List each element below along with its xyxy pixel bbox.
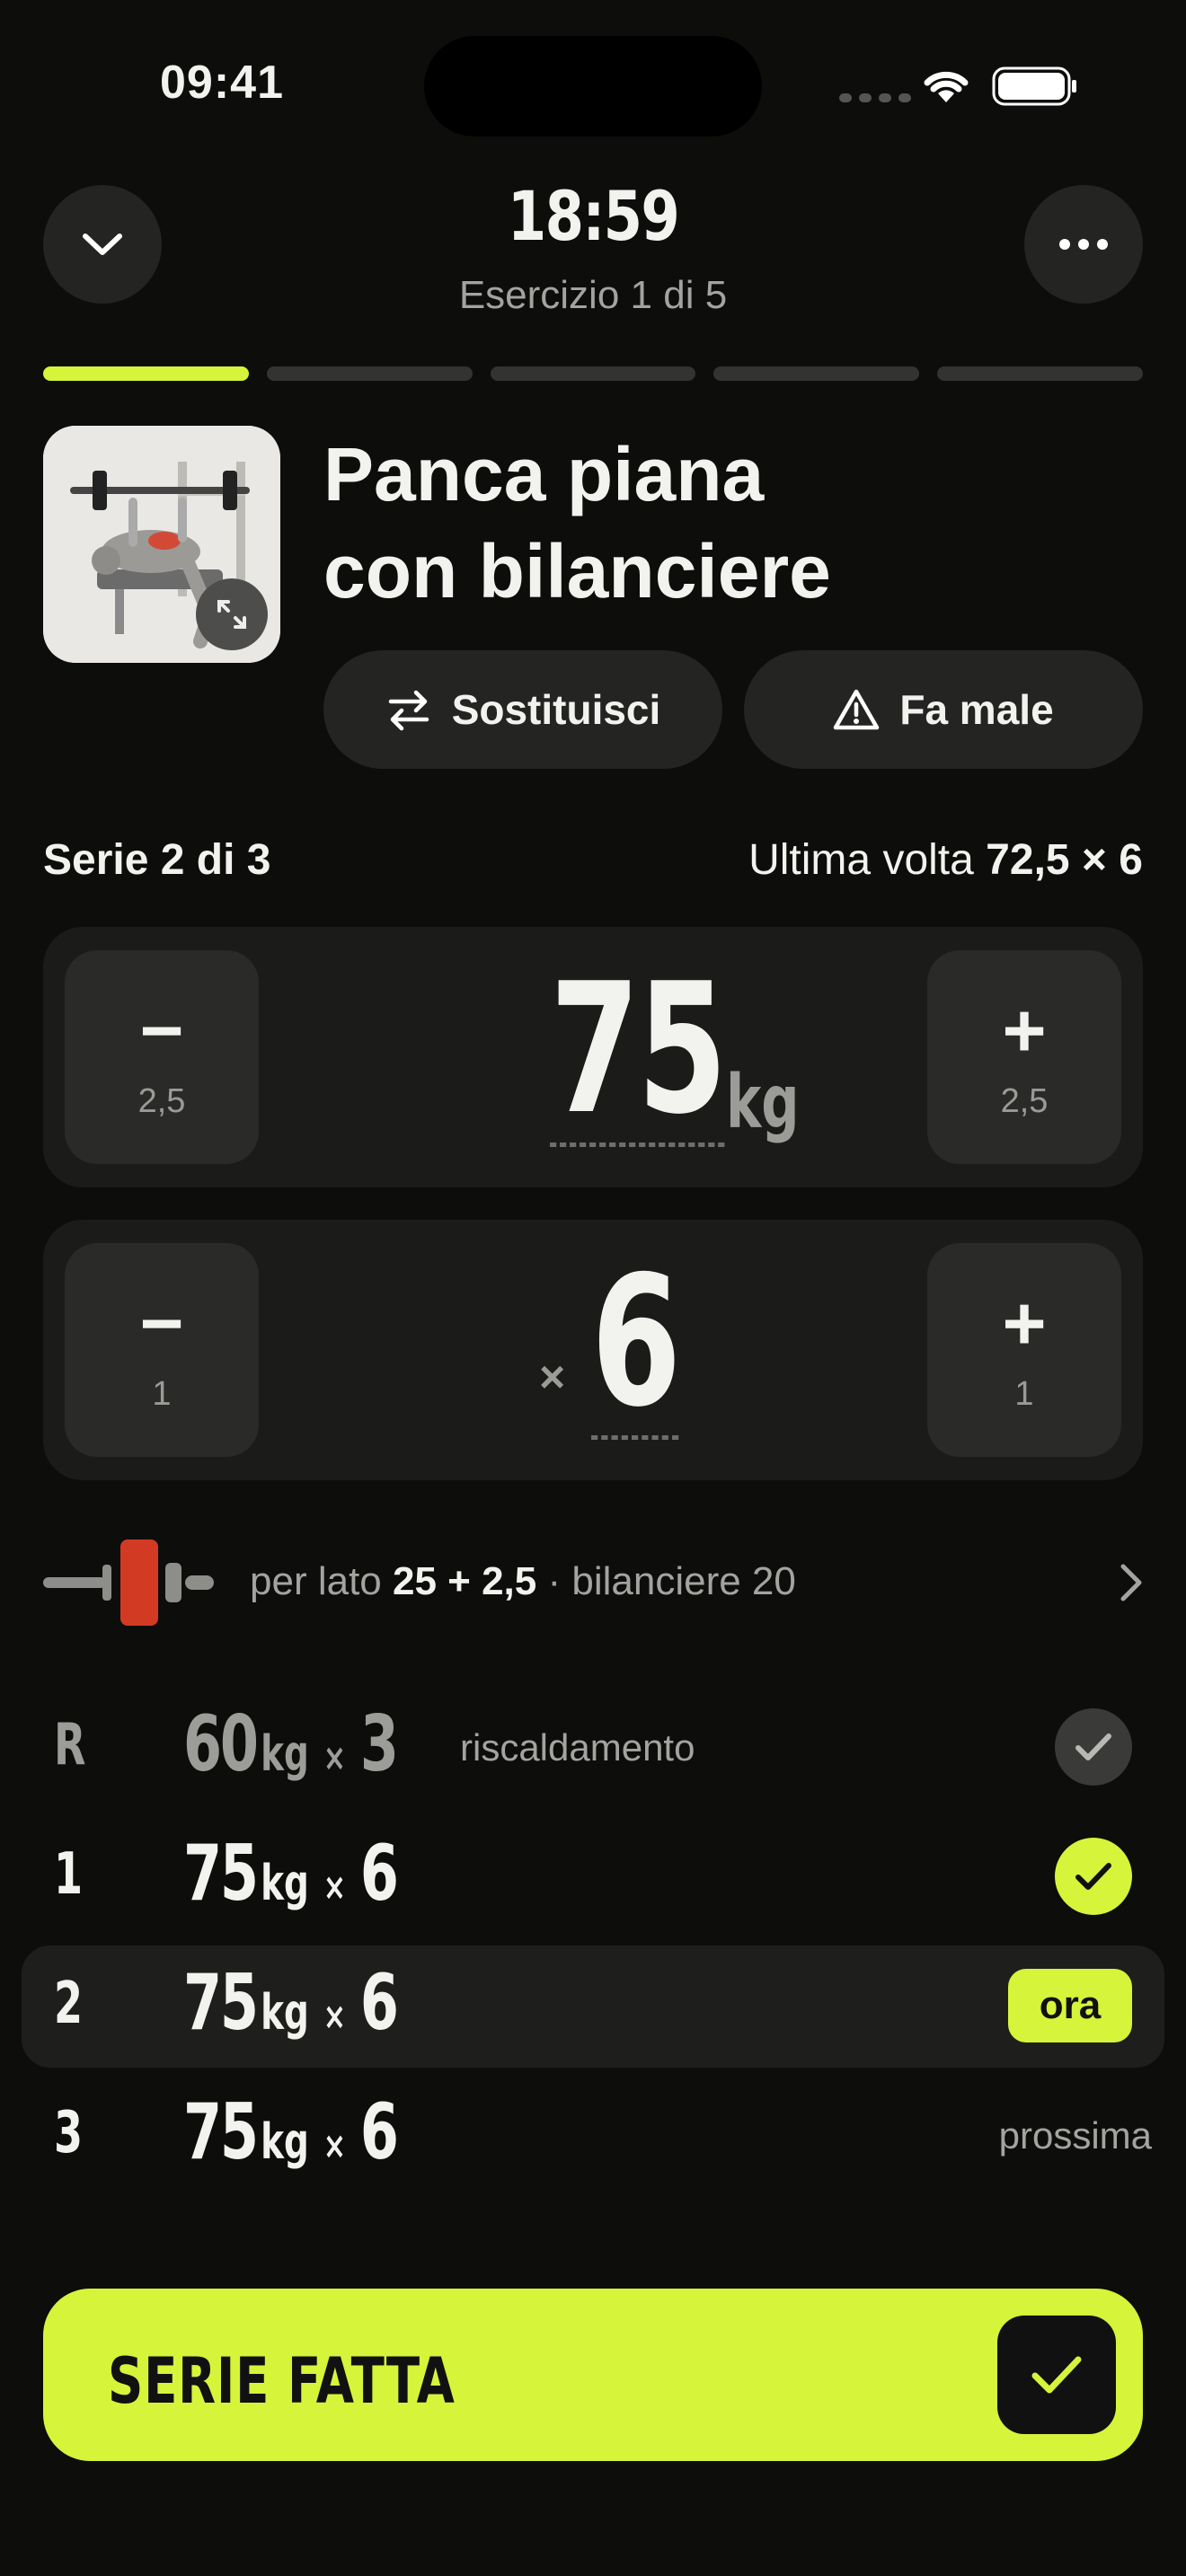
set-index: 2 [54, 1971, 84, 2037]
set-weight-reps: 75kg × 6 [183, 1829, 399, 1919]
plate-calculator-row[interactable]: per lato 25 + 2,5 · bilanciere 20 [22, 1523, 1164, 1642]
set-reps: 6 [359, 1958, 399, 2048]
set-done-check[interactable] [1055, 1708, 1132, 1786]
hurts-label: Fa male [899, 686, 1054, 733]
set-unit: kg [261, 1855, 309, 1911]
plate-per-side: 25 + 2,5 [393, 1559, 537, 1603]
set-times: × [323, 1735, 347, 1779]
progress-segment [43, 366, 249, 381]
next-set-status: prossima [998, 2114, 1152, 2157]
weight-increment-value: 2,5 [1000, 1081, 1049, 1120]
expand-image-button[interactable] [196, 578, 268, 650]
exercise-title-line1: Panca piana [323, 432, 765, 516]
set-reps: 6 [359, 1829, 399, 1919]
exercise-title-line2: con bilanciere [323, 529, 831, 613]
exercise-progress-bar [43, 366, 1143, 381]
set-index: R [54, 1712, 86, 1778]
set-weight-reps: 60kg × 3 [183, 1699, 399, 1789]
set-index: 3 [54, 2100, 84, 2166]
weight-unit: kg [726, 1060, 800, 1145]
reps-value-field[interactable]: × 6 [492, 1250, 762, 1457]
progress-segment [713, 366, 920, 381]
current-set-badge: ora [1008, 1969, 1132, 2042]
weight-decrement-value: 2,5 [137, 1081, 186, 1120]
workout-timer: 18:59 [507, 176, 680, 256]
chevron-right-icon [1120, 1564, 1142, 1601]
expand-icon [217, 600, 246, 629]
set-times: × [323, 1865, 347, 1909]
set-done-check[interactable] [1055, 1838, 1132, 1915]
exercise-thumbnail[interactable] [43, 426, 280, 663]
set-weight: 60 [183, 1699, 259, 1789]
reps-value: 6 [591, 1238, 681, 1447]
reps-increase-button[interactable]: + 1 [927, 1243, 1121, 1457]
set-row-3[interactable]: 3 75kg × 6 prossima [22, 2075, 1164, 2197]
set-weight: 75 [183, 1958, 259, 2048]
report-pain-button[interactable]: Fa male [744, 650, 1143, 769]
progress-segment [937, 366, 1143, 381]
set-index: 1 [54, 1841, 84, 1908]
set-done-label: SERIE FATTA [108, 2344, 456, 2418]
exercise-counter: Esercizio 1 di 5 [458, 273, 728, 317]
weight-stepper: − 2,5 75 kg + 2,5 [43, 927, 1143, 1187]
plate-suffix: · bilanciere 20 [547, 1559, 796, 1603]
exercise-title: Panca piana con bilanciere [323, 426, 1132, 620]
set-weight: 75 [183, 2087, 259, 2177]
set-row-2-current[interactable]: 2 75kg × 6 ora [22, 1945, 1164, 2068]
set-times: × [323, 1994, 347, 2038]
set-row-warmup[interactable]: R 60kg × 3 riscaldamento [22, 1687, 1164, 1809]
wifi-icon [924, 71, 969, 102]
plate-breakdown: per lato 25 + 2,5 · bilanciere 20 [250, 1559, 796, 1604]
plate-prefix: per lato [250, 1559, 382, 1603]
last-time-info: Ultima volta 72,5 × 6 [748, 835, 1143, 885]
swap-arrows-icon [388, 690, 429, 731]
set-times: × [323, 2123, 347, 2167]
more-options-button[interactable] [1024, 185, 1143, 304]
checkmark-icon [1075, 1863, 1111, 1890]
barbell-plates-icon [43, 1539, 214, 1626]
weight-value-field[interactable]: 75 kg [512, 957, 836, 1164]
last-time-value: 72,5 × 6 [986, 836, 1143, 884]
reps-increment-value: 1 [1014, 1374, 1034, 1413]
dynamic-island [424, 36, 762, 137]
set-weight-reps: 75kg × 6 [183, 2087, 399, 2177]
reps-decrement-value: 1 [152, 1374, 172, 1413]
set-done-button[interactable]: SERIE FATTA [43, 2289, 1143, 2461]
more-dots-icon [1059, 239, 1108, 250]
status-time: 09:41 [160, 57, 284, 109]
current-set-label: Serie 2 di 3 [43, 836, 271, 884]
set-weight: 75 [183, 1829, 259, 1919]
plus-icon: + [1002, 1280, 1047, 1365]
substitute-label: Sostituisci [451, 686, 661, 733]
plus-icon: + [1002, 987, 1047, 1072]
substitute-button[interactable]: Sostituisci [323, 650, 722, 769]
set-reps: 6 [359, 2087, 399, 2177]
minus-icon: − [139, 987, 184, 1072]
set-unit: kg [261, 2113, 309, 2170]
battery-icon [992, 66, 1076, 106]
warning-icon [834, 689, 880, 730]
checkmark-icon [1075, 1734, 1111, 1760]
set-unit: kg [261, 1984, 309, 2041]
reps-stepper: − 1 × 6 + 1 [43, 1220, 1143, 1480]
last-time-prefix: Ultima volta [748, 836, 974, 884]
set-reps: 3 [359, 1699, 399, 1789]
weight-value: 75 [550, 945, 728, 1154]
weight-decrease-button[interactable]: − 2,5 [65, 950, 259, 1164]
minus-icon: − [139, 1280, 184, 1365]
progress-segment [490, 366, 696, 381]
checkmark-icon [1031, 2356, 1082, 2394]
set-unit: kg [261, 1725, 309, 1782]
set-note: riscaldamento [460, 1726, 695, 1769]
set-weight-reps: 75kg × 6 [183, 1958, 399, 2048]
set-row-1[interactable]: 1 75kg × 6 [22, 1816, 1164, 1938]
reps-decrease-button[interactable]: − 1 [65, 1243, 259, 1457]
set-done-check-box [997, 2316, 1116, 2434]
reps-times-symbol: × [539, 1352, 566, 1402]
progress-segment [266, 366, 473, 381]
weight-increase-button[interactable]: + 2,5 [927, 950, 1121, 1164]
cellular-signal-icon [839, 93, 911, 102]
